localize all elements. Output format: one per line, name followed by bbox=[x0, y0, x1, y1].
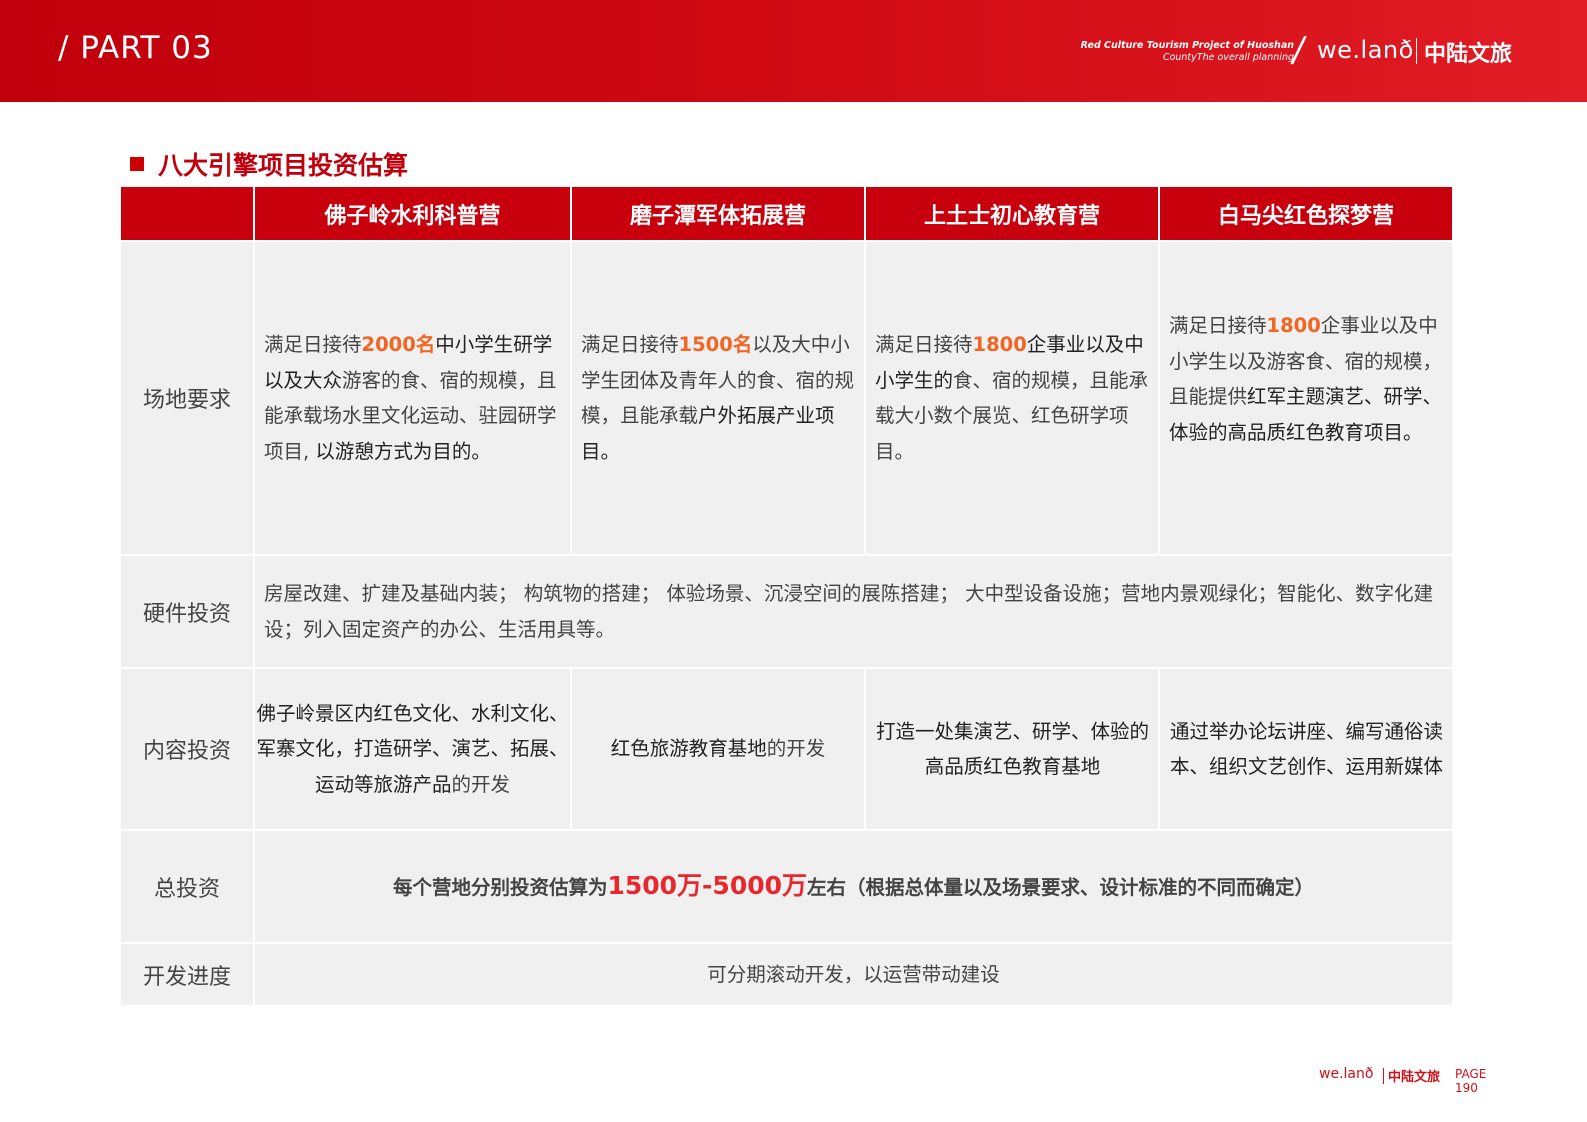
brand-logo-en: we.lanð bbox=[1317, 36, 1414, 64]
table-cell: 房屋改建、扩建及基础内装； 构筑物的搭建； 体验场景、沉浸空间的展陈搭建； 大中… bbox=[253, 554, 1454, 669]
column-header: 佛子岭水利科普营 bbox=[253, 185, 572, 242]
brand-logo-cn: 中陆文旅 bbox=[1424, 42, 1513, 67]
cell-text: 满足日接待1800企事业以及中小学生的食、宿的规模，且能承载大小数个展览、红色研… bbox=[866, 327, 1158, 469]
text-span: 的开发 bbox=[451, 772, 511, 796]
cell-text: 满足日接待2000名中小学生研学以及大众游客的食、宿的规模，且能承载场水里文化运… bbox=[255, 327, 570, 469]
table-cell: 满足日接待1800企事业以及中小学生以及游客食、宿的规模，且能提供红军主题演艺、… bbox=[1158, 240, 1454, 556]
text-span: 每个营地分别投资估算为 bbox=[392, 875, 608, 899]
total-text: 每个营地分别投资估算为1500万-5000万左右（根据总体量以及场景要求、设计标… bbox=[255, 868, 1452, 906]
header-subtitle-line1: Red Culture Tourism Project of Huoshan bbox=[1080, 40, 1294, 51]
section-title: 八大引擎项目投资估算 bbox=[130, 146, 408, 182]
page-label-text: PAGE bbox=[1455, 1067, 1487, 1081]
table-header-row: 佛子岭水利科普营 磨子潭军体拓展营 上土士初心教育营 白马尖红色探梦营 bbox=[119, 185, 1454, 242]
footer-logo-cn: 中陆文旅 bbox=[1388, 1070, 1441, 1085]
cell-text: 满足日接待1500名以及大中小学生团体及青年人的食、宿的规模，且能承载户外拓展产… bbox=[572, 327, 864, 469]
table-row: 硬件投资 房屋改建、扩建及基础内装； 构筑物的搭建； 体验场景、沉浸空间的展陈搭… bbox=[119, 554, 1454, 669]
table-cell: 可分期滚动开发，以运营带动建设 bbox=[253, 942, 1454, 1007]
cell-text: 通过举办论坛讲座、编写通俗读本、组织文艺创作、运用新媒体 bbox=[1169, 719, 1443, 779]
highlight-number: 1500名 bbox=[678, 333, 753, 356]
table-cell: 通过举办论坛讲座、编写通俗读本、组织文艺创作、运用新媒体 bbox=[1158, 667, 1454, 831]
text-span: 以游憩方式为目的。 bbox=[315, 439, 491, 463]
table-row: 开发进度 可分期滚动开发，以运营带动建设 bbox=[119, 942, 1454, 1007]
cell-text: 满足日接待1800企事业以及中小学生以及游客食、宿的规模，且能提供红军主题演艺、… bbox=[1160, 308, 1452, 450]
table-cell: 佛子岭景区内红色文化、水利文化、军寨文化，打造研学、演艺、拓展、运动等旅游产品的… bbox=[253, 667, 572, 831]
column-header: 磨子潭军体拓展营 bbox=[570, 185, 866, 242]
column-header: 白马尖红色探梦营 bbox=[1158, 185, 1454, 242]
highlight-number: 1800 bbox=[1266, 314, 1321, 337]
text-span: 满足日接待 bbox=[1169, 314, 1267, 337]
cell-text: 房屋改建、扩建及基础内装； 构筑物的搭建； 体验场景、沉浸空间的展陈搭建； 大中… bbox=[264, 582, 1434, 641]
column-header: 上土士初心教育营 bbox=[864, 185, 1160, 242]
header-subtitle-line2: CountyThe overall planning bbox=[1162, 52, 1294, 63]
highlight-number: 2000名 bbox=[361, 333, 436, 356]
table-row: 场地要求 满足日接待2000名中小学生研学以及大众游客的食、宿的规模，且能承载场… bbox=[119, 240, 1454, 556]
table-corner bbox=[119, 185, 255, 242]
header-subtitle: Red Culture Tourism Project of Huoshan C… bbox=[1081, 40, 1294, 64]
total-amount: 1500万-5000万 bbox=[607, 870, 808, 900]
table-cell: 满足日接待2000名中小学生研学以及大众游客的食、宿的规模，且能承载场水里文化运… bbox=[253, 240, 572, 556]
cell-text: 可分期滚动开发，以运营带动建设 bbox=[707, 962, 1000, 986]
brand-divider bbox=[1416, 38, 1417, 64]
text-span: 红色旅游教育基地 bbox=[610, 737, 767, 761]
cell-text: 打造一处集演艺、研学、体验的高品质红色教育基地 bbox=[875, 719, 1149, 779]
header-bar: / PART 03 Red Culture Tourism Project of… bbox=[0, 0, 1587, 102]
text-span: 左右（根据总体量以及场景要求、设计标准的不同而确定） bbox=[807, 875, 1315, 899]
cell-text: 佛子岭景区内红色文化、水利文化、军寨文化，打造研学、演艺、拓展、运动等旅游产品的… bbox=[255, 696, 570, 803]
row-label: 内容投资 bbox=[119, 667, 255, 831]
table-cell: 红色旅游教育基地的开发 bbox=[570, 667, 866, 831]
text-span: 满足日接待 bbox=[581, 333, 679, 356]
footer-logo-en: we.lanð bbox=[1319, 1066, 1374, 1082]
row-label: 开发进度 bbox=[119, 942, 255, 1007]
table-row: 总投资 每个营地分别投资估算为1500万-5000万左右（根据总体量以及场景要求… bbox=[119, 829, 1454, 944]
row-label: 硬件投资 bbox=[119, 554, 255, 669]
table-cell: 满足日接待1500名以及大中小学生团体及青年人的食、宿的规模，且能承载户外拓展产… bbox=[570, 240, 866, 556]
table-row: 内容投资 佛子岭景区内红色文化、水利文化、军寨文化，打造研学、演艺、拓展、运动等… bbox=[119, 667, 1454, 831]
footer-divider bbox=[1383, 1068, 1384, 1084]
row-label: 场地要求 bbox=[119, 240, 255, 556]
brand-slash: / bbox=[1289, 30, 1308, 70]
cell-text: 红色旅游教育基地的开发 bbox=[572, 731, 864, 767]
table-cell: 打造一处集演艺、研学、体验的高品质红色教育基地 bbox=[864, 667, 1160, 831]
row-label: 总投资 bbox=[119, 829, 255, 944]
text-span: 佛子岭景区内红色文化、水利文化、军寨文化，打造研学、演艺、拓展、运动等旅游产品 bbox=[256, 701, 569, 796]
text-span: 满足日接待 bbox=[875, 333, 973, 356]
section-title-text: 八大引擎项目投资估算 bbox=[158, 151, 409, 180]
investment-table: 佛子岭水利科普营 磨子潭军体拓展营 上土士初心教育营 白马尖红色探梦营 场地要求… bbox=[119, 185, 1454, 1007]
highlight-number: 1800 bbox=[972, 333, 1027, 356]
text-span: 的开发 bbox=[766, 737, 826, 761]
table-cell: 满足日接待1800企事业以及中小学生的食、宿的规模，且能承载大小数个展览、红色研… bbox=[864, 240, 1160, 556]
part-label: / PART 03 bbox=[58, 30, 213, 66]
text-span: 满足日接待 bbox=[264, 333, 362, 356]
page-number: PAGE 190 bbox=[1455, 1067, 1486, 1095]
page-number-value: 190 bbox=[1455, 1081, 1478, 1095]
table-cell: 每个营地分别投资估算为1500万-5000万左右（根据总体量以及场景要求、设计标… bbox=[253, 829, 1454, 944]
bullet-square-icon bbox=[130, 157, 144, 171]
